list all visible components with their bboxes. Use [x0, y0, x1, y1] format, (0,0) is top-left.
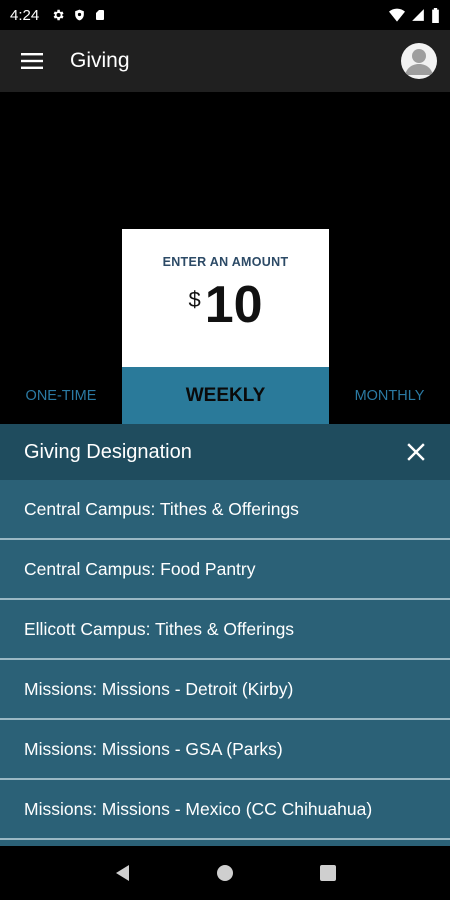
designation-item-missions-mexico[interactable]: Missions: Missions - Mexico (CC Chihuahu…: [0, 780, 450, 840]
close-icon[interactable]: [404, 440, 428, 464]
frequency-one-time-tab[interactable]: ONE-TIME: [0, 367, 122, 424]
currency-symbol: $: [188, 287, 201, 312]
gear-icon: [51, 8, 65, 22]
user-avatar-icon[interactable]: [401, 43, 437, 79]
sheet-header: Giving Designation: [0, 424, 450, 480]
home-icon[interactable]: [205, 853, 245, 893]
page-title: Giving: [70, 49, 130, 72]
amount-card[interactable]: ENTER AN AMOUNT $ 10: [122, 229, 329, 369]
recents-icon[interactable]: [308, 853, 348, 893]
battery-icon: [431, 7, 440, 23]
designation-item-ellicott-tithes[interactable]: Ellicott Campus: Tithes & Offerings: [0, 600, 450, 660]
amount-value[interactable]: 10: [205, 279, 263, 331]
status-right-icons: [389, 7, 440, 23]
giving-main: ENTER AN AMOUNT $ 10 ONE-TIME WEEKLY MON…: [0, 92, 450, 424]
designation-item-central-tithes[interactable]: Central Campus: Tithes & Offerings: [0, 480, 450, 540]
signal-icon: [411, 8, 425, 22]
wifi-icon: [389, 8, 405, 22]
back-icon[interactable]: [102, 853, 142, 893]
shield-icon: [73, 8, 86, 22]
status-left-icons: [51, 8, 106, 22]
status-bar: 4:24: [0, 0, 450, 30]
designation-item-missions-gsa[interactable]: Missions: Missions - GSA (Parks): [0, 720, 450, 780]
sheet-title: Giving Designation: [24, 440, 192, 463]
designation-item-missions-detroit[interactable]: Missions: Missions - Detroit (Kirby): [0, 660, 450, 720]
system-nav-bar: [0, 846, 450, 900]
hamburger-menu-icon[interactable]: [0, 30, 64, 92]
giving-designation-sheet: Giving Designation Central Campus: Tithe…: [0, 424, 450, 846]
frequency-weekly-tab[interactable]: WEEKLY: [122, 367, 329, 424]
designation-list: Central Campus: Tithes & Offerings Centr…: [0, 480, 450, 840]
amount-row: $ 10: [122, 279, 329, 331]
designation-item-central-food-pantry[interactable]: Central Campus: Food Pantry: [0, 540, 450, 600]
amount-label: ENTER AN AMOUNT: [162, 255, 289, 269]
frequency-monthly-tab[interactable]: MONTHLY: [329, 367, 450, 424]
sd-card-icon: [94, 8, 106, 22]
frequency-selector: ONE-TIME WEEKLY MONTHLY: [0, 367, 450, 424]
app-bar: Giving: [0, 30, 450, 92]
status-time: 4:24: [10, 6, 40, 24]
